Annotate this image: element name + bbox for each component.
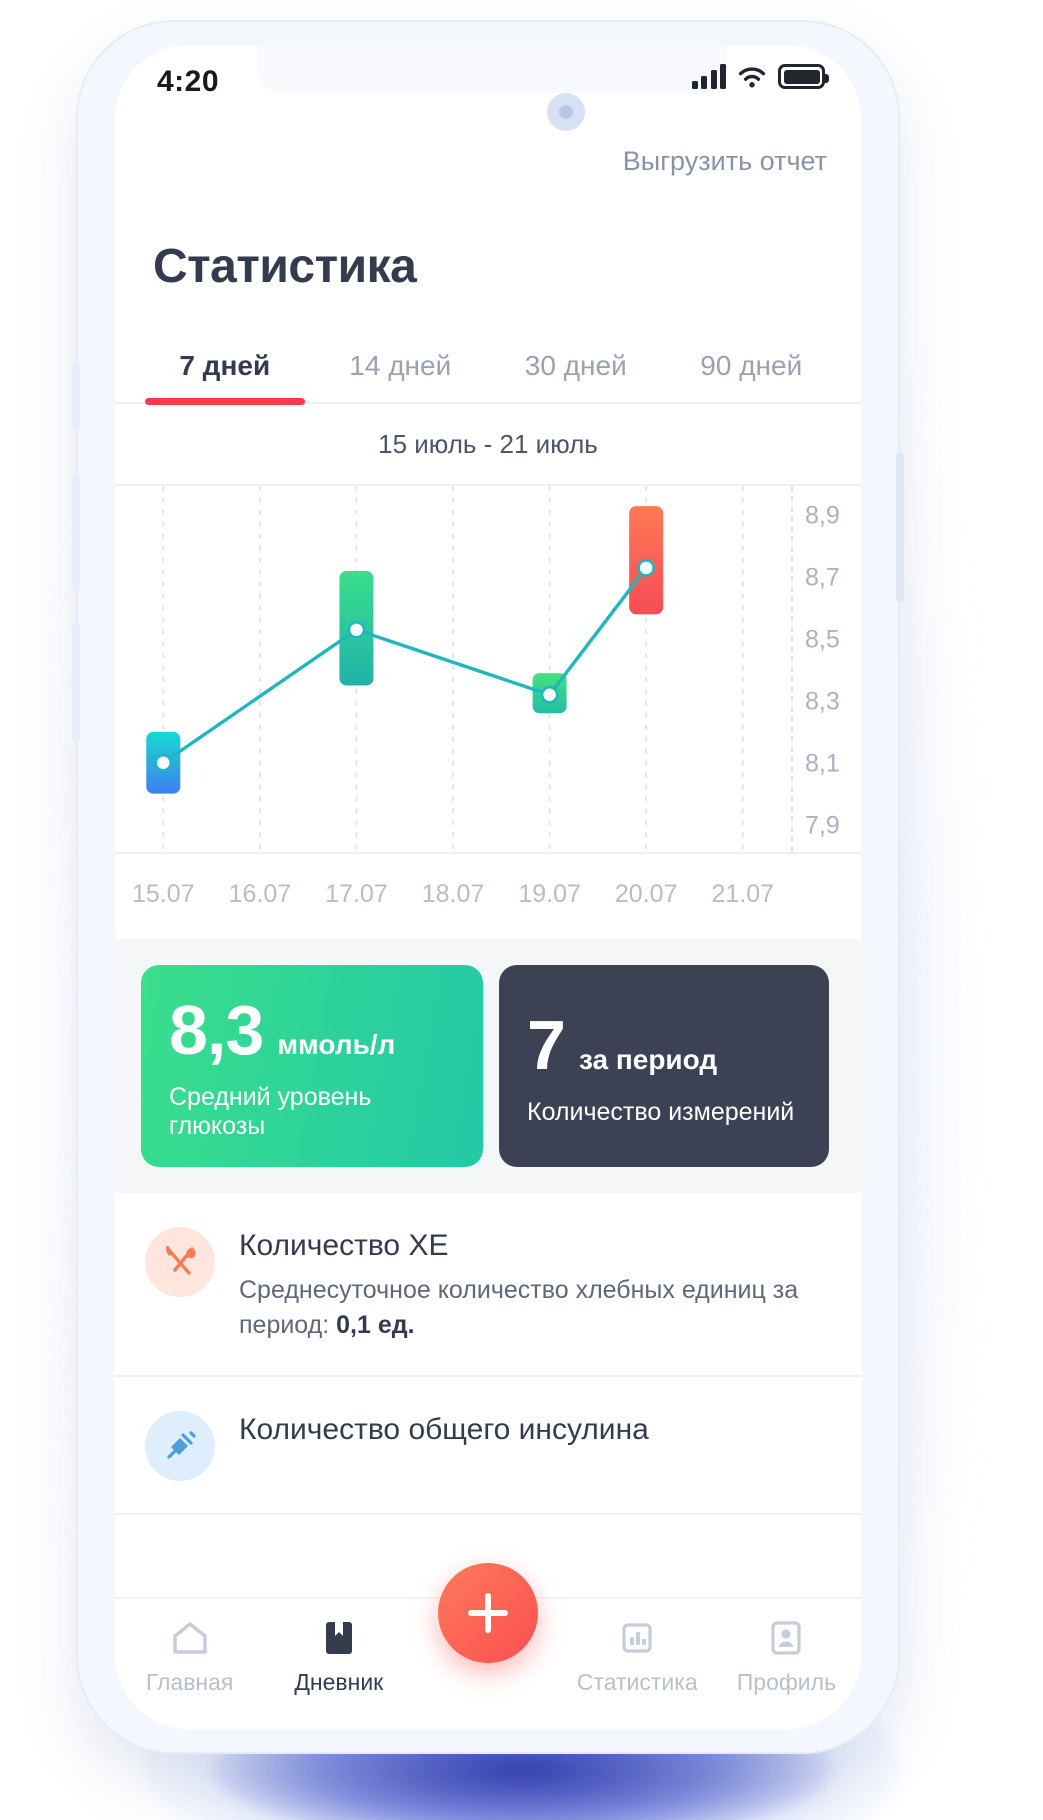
tab-label: 30 дней (524, 350, 627, 381)
export-row: Выгрузить отчет (115, 119, 861, 203)
period-tabs: 7 дней 14 дней 30 дней 90 дней (115, 336, 861, 405)
chart-x-tick: 21.07 (711, 880, 775, 908)
tab-14-days[interactable]: 14 дней (313, 336, 489, 402)
stats-info-list: Количество ХЕ Среднесуточное количество … (115, 1193, 861, 1515)
chart-x-tick: 18.07 (421, 880, 485, 908)
tab-label: 90 дней (700, 350, 803, 381)
person-icon (771, 1621, 802, 1655)
list-item-bread-units[interactable]: Количество ХЕ Среднесуточное количество … (115, 1193, 861, 1377)
nav-item-profile[interactable]: Профиль (712, 1617, 861, 1696)
list-item-title: Количество общего инсулина (239, 1413, 649, 1446)
card-caption: Средний уровень глюкозы (169, 1083, 372, 1140)
chart-y-tick: 8,9 (805, 501, 840, 530)
nav-label: Профиль (736, 1669, 837, 1695)
syringe-icon (145, 1411, 215, 1481)
home-icon (172, 1622, 207, 1654)
nav-item-home[interactable]: Главная (115, 1617, 264, 1696)
add-entry-fab[interactable] (438, 1563, 538, 1663)
card-measurement-count[interactable]: 7 за период Количество измерений (499, 965, 829, 1167)
page-title: Статистика (153, 240, 417, 293)
volume-up-button[interactable] (72, 472, 80, 592)
phone-chassis: 4:20 Выгрузить отчет Статистика 7 дней 1… (72, 22, 904, 1752)
chart-y-tick: 8,3 (805, 687, 840, 716)
cellular-signal-icon (691, 63, 726, 89)
list-item-total-insulin[interactable]: Количество общего инсулина (115, 1377, 861, 1515)
card-value: 8,3 (169, 991, 264, 1069)
chart-x-tick: 16.07 (228, 880, 292, 908)
chart-x-tick: 19.07 (518, 880, 581, 908)
bookmark-icon (325, 1622, 352, 1654)
nav-item-diary[interactable]: Дневник (264, 1617, 413, 1696)
chart-y-axis: 8,9 8,7 8,5 8,3 8,1 7,9 (791, 486, 861, 852)
chart-x-tick: 15.07 (132, 880, 195, 908)
export-report-link[interactable]: Выгрузить отчет (623, 146, 827, 177)
list-item-title: Количество ХЕ (239, 1229, 449, 1262)
glucose-chart[interactable]: 8,9 8,7 8,5 8,3 8,1 7,9 (115, 486, 861, 854)
card-caption: Количество измерений (527, 1097, 795, 1126)
date-range-label: 15 июль - 21 июль (115, 404, 861, 486)
front-camera-icon (547, 93, 585, 131)
chart-y-tick: 7,9 (805, 811, 840, 840)
summary-cards: 8,3 ммоль/л Средний уровень глюкозы 7 за… (115, 939, 861, 1193)
card-unit: ммоль/л (277, 1029, 396, 1060)
status-bar-clock: 4:20 (157, 65, 220, 98)
nav-label: Статистика (576, 1669, 698, 1695)
chart-x-tick: 17.07 (325, 880, 388, 908)
list-item-description-value: 0,1 ед. (336, 1311, 415, 1339)
list-item-description-prefix: Среднесуточное количество хлебных единиц… (239, 1276, 799, 1339)
tab-label: 14 дней (349, 350, 452, 381)
chart-x-axis: 15.07 16.07 17.07 18.07 19.07 20.07 21.07 (115, 854, 861, 939)
tab-label: 7 дней (179, 350, 271, 381)
card-value: 7 (527, 1005, 566, 1084)
tab-30-days[interactable]: 30 дней (488, 336, 664, 402)
nav-label: Дневник (294, 1669, 384, 1695)
nav-item-statistics[interactable]: Статистика (563, 1617, 712, 1696)
chart-y-tick: 8,5 (805, 625, 840, 654)
cutlery-icon (145, 1227, 215, 1297)
battery-full-icon (778, 64, 829, 89)
card-average-glucose[interactable]: 8,3 ммоль/л Средний уровень глюкозы (141, 965, 483, 1167)
plus-icon (468, 1593, 508, 1633)
nav-label: Главная (145, 1669, 234, 1695)
power-button[interactable] (896, 452, 904, 602)
phone-screen: 4:20 Выгрузить отчет Статистика 7 дней 1… (115, 45, 861, 1729)
chart-y-tick: 8,7 (805, 563, 840, 592)
notch (257, 45, 727, 93)
tab-7-days[interactable]: 7 дней (137, 336, 313, 405)
bar-chart-icon (622, 1623, 652, 1653)
volume-down-button[interactable] (72, 622, 80, 742)
mute-switch[interactable] (72, 362, 80, 432)
status-bar: 4:20 (115, 45, 861, 131)
chart-x-tick: 20.07 (614, 880, 678, 908)
wifi-icon (738, 67, 766, 88)
tab-90-days[interactable]: 90 дней (664, 336, 840, 402)
chart-y-tick: 8,1 (805, 749, 840, 778)
chart-plot-area (115, 486, 791, 852)
chart-canvas (146, 486, 744, 852)
list-item-description: Среднесуточное количество хлебных единиц… (239, 1273, 799, 1343)
bottom-navigation: Главная Дневник Статистика Профиль (115, 1563, 861, 1729)
card-unit: за период (578, 1043, 718, 1075)
